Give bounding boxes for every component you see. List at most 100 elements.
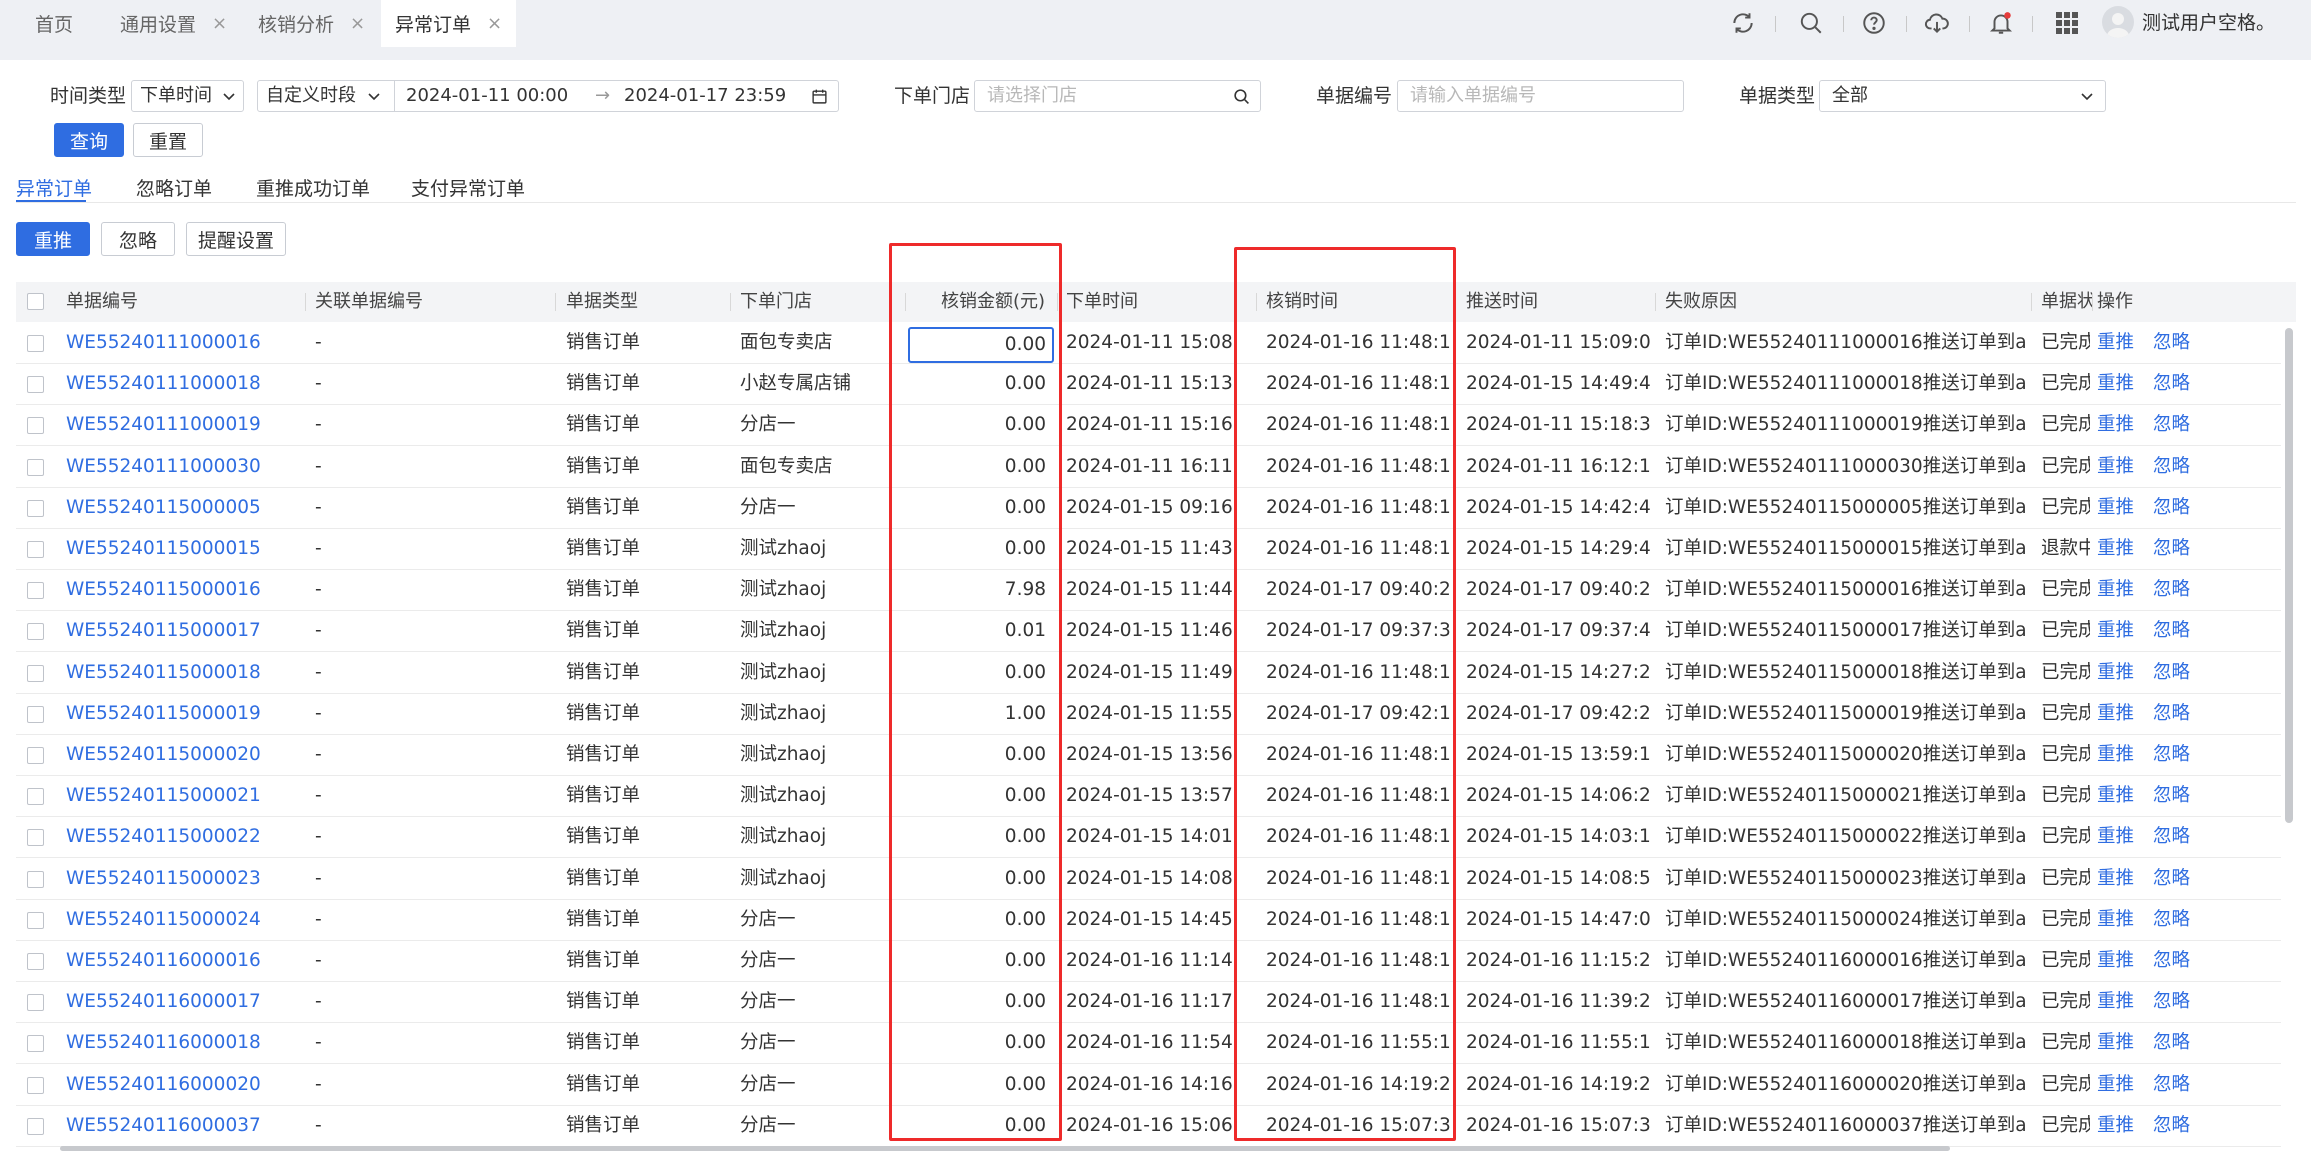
row-repush-link[interactable]: 重推 [2097, 447, 2134, 487]
repush-button[interactable]: 重推 [16, 222, 90, 256]
row-repush-link[interactable]: 重推 [2097, 364, 2134, 404]
row-repush-link[interactable]: 重推 [2097, 323, 2134, 363]
doc-no-link[interactable]: WE55240115000020 [66, 735, 301, 775]
row-checkbox[interactable] [27, 541, 44, 558]
doc-no-link[interactable]: WE55240116000017 [66, 982, 301, 1022]
column-header-order-time[interactable]: 下单时间 [1066, 282, 1138, 322]
row-ignore-link[interactable]: 忽略 [2153, 570, 2190, 610]
row-repush-link[interactable]: 重推 [2097, 900, 2134, 940]
doc-no-link[interactable]: WE55240116000018 [66, 1023, 301, 1063]
row-ignore-link[interactable]: 忽略 [2153, 488, 2190, 528]
row-repush-link[interactable]: 重推 [2097, 1023, 2134, 1063]
row-checkbox[interactable] [27, 705, 44, 723]
doc-no-link[interactable]: WE55240111000018 [66, 364, 301, 404]
row-checkbox[interactable] [27, 1076, 44, 1094]
row-ignore-link[interactable]: 忽略 [2153, 817, 2190, 857]
row-ignore-link[interactable]: 忽略 [2153, 1106, 2190, 1146]
tab-general-settings[interactable]: 通用设置 × [106, 0, 241, 47]
close-icon[interactable]: × [487, 13, 502, 34]
row-repush-link[interactable]: 重推 [2097, 611, 2134, 651]
row-ignore-link[interactable]: 忽略 [2153, 1065, 2190, 1105]
row-checkbox[interactable] [27, 870, 44, 888]
row-checkbox[interactable] [27, 458, 44, 476]
doc-no-link[interactable]: WE55240115000021 [66, 776, 301, 816]
row-ignore-link[interactable]: 忽略 [2153, 447, 2190, 487]
row-repush-link[interactable]: 重推 [2097, 776, 2134, 816]
select-all-checkbox[interactable] [27, 293, 44, 310]
row-ignore-link[interactable]: 忽略 [2153, 776, 2190, 816]
tab-abnormal-orders[interactable]: 异常订单 × [381, 0, 516, 47]
row-ignore-link[interactable]: 忽略 [2153, 611, 2190, 651]
row-checkbox[interactable] [27, 994, 44, 1012]
row-repush-link[interactable]: 重推 [2097, 859, 2134, 899]
row-checkbox[interactable] [27, 788, 44, 806]
row-checkbox[interactable] [27, 1117, 44, 1135]
doc-no-link[interactable]: WE55240115000015 [66, 529, 301, 569]
apps-grid-icon[interactable] [2052, 8, 2082, 38]
doc-no-link[interactable]: WE55240115000016 [66, 570, 301, 610]
row-ignore-link[interactable]: 忽略 [2153, 405, 2190, 445]
row-checkbox[interactable] [27, 747, 44, 764]
row-ignore-link[interactable]: 忽略 [2153, 900, 2190, 940]
row-repush-link[interactable]: 重推 [2097, 982, 2134, 1022]
row-checkbox[interactable] [27, 335, 44, 352]
doc-type-select[interactable]: 全部 [1819, 80, 2106, 112]
search-icon[interactable] [1796, 8, 1826, 38]
row-repush-link[interactable]: 重推 [2097, 941, 2134, 981]
username[interactable]: 测试用户空格。 [2142, 0, 2275, 47]
row-ignore-link[interactable]: 忽略 [2153, 859, 2190, 899]
column-header-fail-reason[interactable]: 失败原因 [1665, 282, 1737, 322]
row-repush-link[interactable]: 重推 [2097, 694, 2134, 734]
subtab-ignored-orders[interactable]: 忽略订单 [136, 174, 212, 201]
doc-no-link[interactable]: WE55240116000037 [66, 1106, 301, 1146]
row-repush-link[interactable]: 重推 [2097, 1065, 2134, 1105]
column-header-doc-type[interactable]: 单据类型 [566, 282, 638, 322]
doc-no-link[interactable]: WE55240115000017 [66, 611, 301, 651]
row-checkbox[interactable] [27, 829, 44, 847]
row-ignore-link[interactable]: 忽略 [2153, 735, 2190, 775]
column-header-doc-no[interactable]: 单据编号 [66, 282, 138, 322]
time-type-select[interactable]: 下单时间 [131, 80, 244, 112]
row-checkbox[interactable] [27, 664, 44, 682]
column-header-doc-status[interactable]: 单据状 [2041, 282, 2092, 322]
column-header-related-doc-no[interactable]: 关联单据编号 [315, 282, 423, 322]
doc-no-link[interactable]: WE55240115000023 [66, 859, 301, 899]
close-icon[interactable]: × [350, 13, 365, 34]
row-ignore-link[interactable]: 忽略 [2153, 364, 2190, 404]
vertical-scrollbar[interactable] [2285, 328, 2293, 823]
column-header-push-time[interactable]: 推送时间 [1466, 282, 1538, 322]
row-checkbox[interactable] [27, 499, 44, 517]
tab-home[interactable]: 首页 [0, 0, 106, 47]
tab-verification-analysis[interactable]: 核销分析 × [244, 0, 379, 47]
avatar[interactable] [2102, 6, 2134, 38]
calendar-icon[interactable] [811, 88, 828, 105]
row-repush-link[interactable]: 重推 [2097, 488, 2134, 528]
doc-no-link[interactable]: WE55240111000019 [66, 405, 301, 445]
subtab-payment-abnormal-orders[interactable]: 支付异常订单 [411, 174, 525, 201]
row-checkbox[interactable] [27, 911, 44, 929]
query-button[interactable]: 查询 [54, 123, 124, 157]
row-checkbox[interactable] [27, 582, 44, 600]
close-icon[interactable]: × [212, 13, 227, 34]
reset-button[interactable]: 重置 [133, 123, 203, 157]
bell-icon[interactable] [1986, 8, 2016, 38]
row-checkbox[interactable] [27, 1035, 44, 1053]
date-range-picker[interactable]: 自定义时段 2024-01-11 00:00 → 2024-01-17 23:5… [257, 80, 839, 112]
row-ignore-link[interactable]: 忽略 [2153, 653, 2190, 693]
store-input[interactable]: 请选择门店 [974, 80, 1261, 112]
row-repush-link[interactable]: 重推 [2097, 570, 2134, 610]
row-repush-link[interactable]: 重推 [2097, 1106, 2134, 1146]
doc-no-link[interactable]: WE55240115000005 [66, 488, 301, 528]
reminder-settings-button[interactable]: 提醒设置 [186, 222, 286, 256]
cloud-download-icon[interactable] [1922, 8, 1952, 38]
column-header-store[interactable]: 下单门店 [740, 282, 812, 322]
period-select[interactable]: 自定义时段 [266, 81, 356, 111]
row-ignore-link[interactable]: 忽略 [2153, 982, 2190, 1022]
doc-no-input[interactable]: 请输入单据编号 [1397, 80, 1684, 112]
row-repush-link[interactable]: 重推 [2097, 653, 2134, 693]
doc-no-link[interactable]: WE55240116000016 [66, 941, 301, 981]
row-checkbox[interactable] [27, 417, 44, 435]
subtab-repush-success-orders[interactable]: 重推成功订单 [256, 174, 370, 201]
doc-no-link[interactable]: WE55240115000024 [66, 900, 301, 940]
row-ignore-link[interactable]: 忽略 [2153, 1023, 2190, 1063]
